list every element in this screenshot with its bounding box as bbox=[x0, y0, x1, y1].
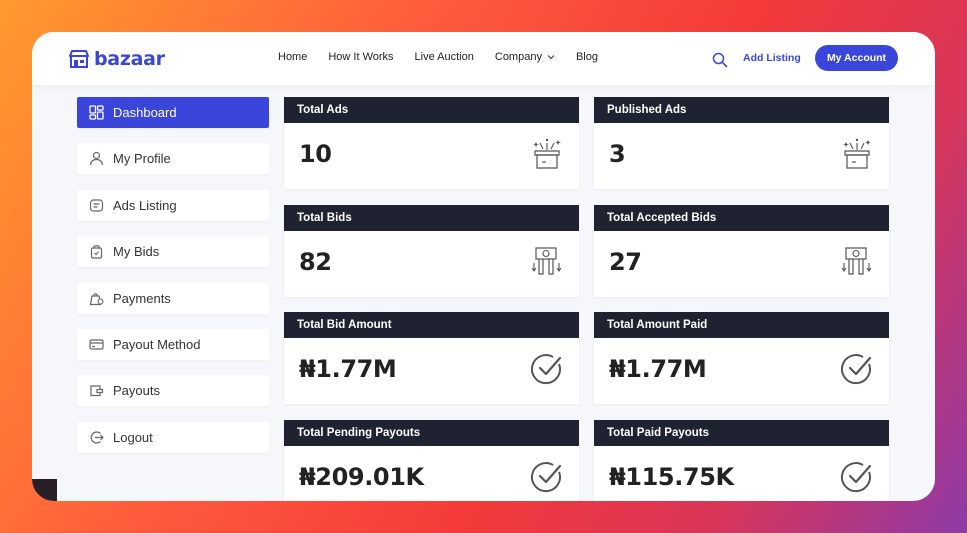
stat-card-value: ₦1.77M bbox=[609, 355, 707, 383]
stat-card-value: 27 bbox=[609, 248, 642, 276]
stat-card-title: Total Amount Paid bbox=[594, 312, 889, 338]
nav-company[interactable]: Company bbox=[495, 51, 555, 63]
sidebar-item-ads-listing[interactable]: Ads Listing bbox=[77, 189, 269, 221]
nav-home[interactable]: Home bbox=[278, 51, 307, 63]
stat-card-title: Total Paid Payouts bbox=[594, 420, 889, 446]
sidebar-item-label: Ads Listing bbox=[113, 197, 177, 213]
add-listing-link[interactable]: Add Listing bbox=[743, 52, 801, 64]
sidebar-item-payments[interactable]: Payments bbox=[77, 282, 269, 314]
stat-card-title: Published Ads bbox=[594, 97, 889, 123]
dashboard-sidebar: Dashboard My Profile Ads Listing My Bids bbox=[77, 97, 269, 468]
check-circle-icon bbox=[530, 354, 562, 385]
stat-card-total-amount-paid: Total Amount Paid ₦1.77M bbox=[594, 312, 889, 404]
stat-card-total-paid-payouts: Total Paid Payouts ₦115.75K bbox=[594, 420, 889, 501]
search-icon[interactable] bbox=[712, 52, 728, 68]
sidebar-item-my-bids[interactable]: My Bids bbox=[77, 236, 269, 268]
stat-card-title: Total Bids bbox=[284, 205, 579, 231]
bid-money-icon bbox=[531, 247, 562, 275]
top-navbar: bazaar Home How It Works Live Auction Co… bbox=[32, 32, 935, 85]
app-window: bazaar Home How It Works Live Auction Co… bbox=[32, 32, 935, 501]
sidebar-item-label: Payments bbox=[113, 290, 171, 306]
gift-box-icon bbox=[533, 138, 561, 169]
storefront-icon bbox=[69, 50, 89, 68]
user-icon bbox=[89, 152, 104, 166]
wallet-icon bbox=[90, 385, 104, 397]
stat-card-value: 3 bbox=[609, 140, 626, 168]
stat-card-total-bid-amount: Total Bid Amount ₦1.77M bbox=[284, 312, 579, 404]
stat-card-value: ₦115.75K bbox=[609, 463, 734, 491]
sidebar-item-payouts[interactable]: Payouts bbox=[77, 375, 269, 407]
sidebar-item-logout[interactable]: Logout bbox=[77, 421, 269, 453]
check-circle-icon bbox=[840, 462, 872, 493]
gift-box-icon bbox=[843, 138, 871, 169]
nav-how-it-works[interactable]: How It Works bbox=[328, 51, 393, 63]
sidebar-item-label: My Bids bbox=[113, 244, 160, 260]
stat-card-value: ₦209.01K bbox=[299, 463, 424, 491]
stat-card-total-ads: Total Ads 10 bbox=[284, 97, 579, 189]
brand-logo[interactable]: bazaar bbox=[69, 48, 165, 70]
sidebar-item-dashboard[interactable]: Dashboard bbox=[77, 97, 269, 128]
nav-blog[interactable]: Blog bbox=[576, 51, 598, 63]
logout-icon bbox=[90, 431, 104, 444]
corner-widget-tab[interactable] bbox=[32, 479, 57, 501]
stat-card-title: Total Ads bbox=[284, 97, 579, 123]
main-nav: Home How It Works Live Auction Company B… bbox=[278, 51, 598, 63]
stat-card-value: 10 bbox=[299, 140, 332, 168]
nav-company-label: Company bbox=[494, 51, 542, 63]
sidebar-item-label: My Profile bbox=[113, 151, 171, 167]
stat-card-total-accepted-bids: Total Accepted Bids 27 bbox=[594, 205, 889, 297]
card-icon bbox=[89, 339, 104, 350]
stat-card-published-ads: Published Ads 3 bbox=[594, 97, 889, 189]
sidebar-item-my-profile[interactable]: My Profile bbox=[77, 143, 269, 175]
dashboard-icon bbox=[89, 105, 104, 120]
sidebar-item-label: Payout Method bbox=[113, 336, 201, 352]
stat-card-value: 82 bbox=[299, 248, 332, 276]
check-circle-icon bbox=[840, 354, 872, 385]
sidebar-item-label: Logout bbox=[113, 429, 153, 445]
stat-card-title: Total Pending Payouts bbox=[284, 420, 579, 446]
my-account-button[interactable]: My Account bbox=[815, 45, 898, 71]
sidebar-item-label: Payouts bbox=[113, 383, 160, 399]
brand-name: bazaar bbox=[94, 48, 165, 70]
check-circle-icon bbox=[530, 462, 562, 493]
stat-card-total-bids: Total Bids 82 bbox=[284, 205, 579, 297]
nav-live-auction[interactable]: Live Auction bbox=[415, 51, 474, 63]
stat-card-value: ₦1.77M bbox=[299, 355, 397, 383]
ads-icon bbox=[89, 199, 104, 212]
stat-card-title: Total Bid Amount bbox=[284, 312, 579, 338]
bag-icon bbox=[90, 245, 103, 259]
sidebar-item-payout-method[interactable]: Payout Method bbox=[77, 328, 269, 360]
bid-money-icon bbox=[841, 247, 872, 275]
chevron-down-icon bbox=[547, 55, 555, 60]
sidebar-item-label: Dashboard bbox=[113, 105, 177, 120]
stat-card-total-pending-payouts: Total Pending Payouts ₦209.01K bbox=[284, 420, 579, 501]
payment-icon bbox=[89, 292, 104, 305]
stat-card-title: Total Accepted Bids bbox=[594, 205, 889, 231]
